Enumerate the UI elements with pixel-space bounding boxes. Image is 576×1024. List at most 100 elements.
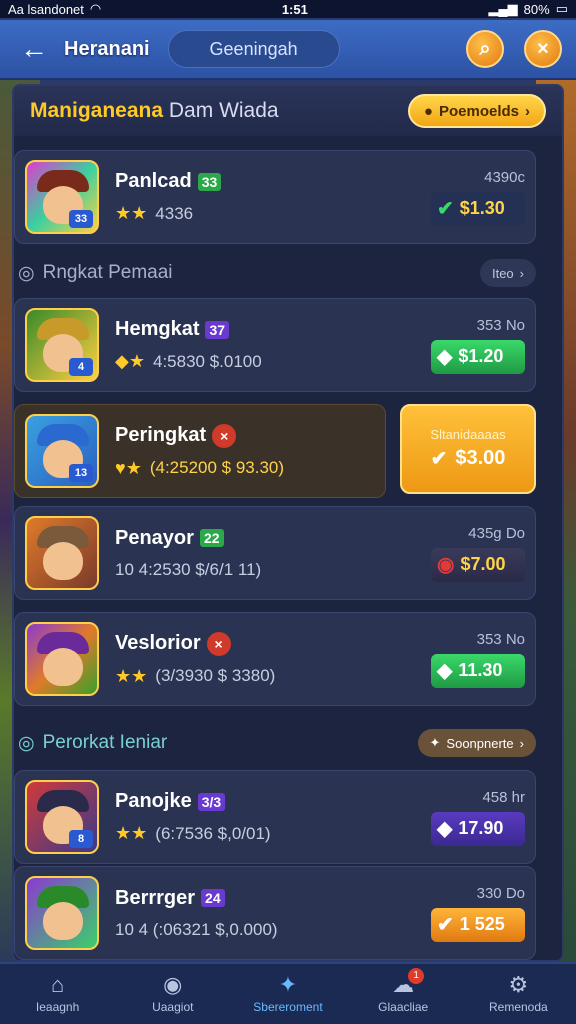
avatar: 33 (25, 160, 99, 234)
back-button[interactable]: ← (14, 29, 54, 69)
player-stats: (3/3930 $ 3380) (155, 666, 276, 685)
profile-icon: ◉ (163, 972, 183, 997)
status-bar: Aa lsandonet ◠ 1:51 ▂▄▆ 80% ▭ (0, 0, 576, 18)
buy-button[interactable]: ✔ 1 525 (431, 907, 525, 942)
close-icon: × (537, 37, 549, 60)
player-stats: 10 4 (:06321 $,0.000) (115, 919, 278, 939)
player-card[interactable]: Veslorior × ★★ (3/3930 $ 3380) 353 No ◆ … (14, 612, 536, 706)
battery-label: 80% (523, 1, 550, 17)
price-top: 4390c (484, 168, 525, 186)
player-stats: (4:25200 $ 93.30) (149, 458, 285, 477)
nav-label: Glaacliae (378, 1000, 429, 1014)
close-button[interactable]: × (524, 30, 562, 68)
chevron-right-icon: › (519, 735, 524, 751)
nav-label: Ieaagnh (35, 1000, 80, 1014)
carrier-label: Aa lsandonet (8, 1, 84, 17)
section-more-button[interactable]: Iteo › (479, 259, 536, 287)
star-icon: ◆★ (115, 351, 145, 371)
coin-icon: ● (423, 102, 433, 120)
star-icon: ★★ (115, 823, 148, 843)
nav-label: Uaagiot (152, 1000, 194, 1014)
nav-store[interactable]: ✦ Sbereroment (238, 972, 338, 1015)
big-buy-button[interactable]: Sltanidaaaas ✔ $3.00 (400, 404, 536, 494)
star-icon: ★★ (115, 665, 148, 686)
big-price-value: $3.00 (455, 447, 506, 469)
big-price-label: Sltanidaaaas (430, 427, 506, 442)
price-top: 435g Do (468, 524, 525, 542)
player-name: Penayor (115, 526, 194, 549)
clock: 1:51 (281, 1, 308, 17)
price-top: 353 No (476, 630, 525, 648)
buy-button[interactable]: ◆ 11.30 (431, 653, 525, 688)
tab-geeningah[interactable]: Geeningah (167, 30, 340, 68)
buy-button[interactable]: ◆ $1.20 (431, 339, 525, 374)
page-title: Heranani (64, 37, 150, 60)
panel-title: Maniganeana Dam Wiada (30, 99, 279, 123)
player-name: Peringkat (115, 424, 207, 446)
section-pill-label: Soonpnerte (446, 735, 514, 751)
player-stats: 10 4:2530 $/6/1 11) (115, 559, 262, 579)
price-label: $1.20 (458, 346, 504, 366)
buy-button[interactable]: ✔ $1.30 (431, 191, 525, 226)
avatar (25, 876, 99, 950)
user-icon: ◎ (18, 262, 35, 284)
store-icon: ✦ (278, 972, 298, 997)
nav-settings[interactable]: ⚙ Remenoda (468, 972, 568, 1015)
player-name: Panojke (115, 790, 192, 812)
level-badge: × (212, 423, 237, 448)
star-icon: ★★ (115, 203, 148, 223)
player-card[interactable]: 8 Panojke 3/3 ★★ (6:7536 $,0/01) 458 hr … (14, 770, 536, 864)
user-icon: ◎ (18, 732, 35, 754)
chevron-right-icon: › (519, 265, 524, 281)
app-header: ← Heranani Geeningah ⌕ × (0, 20, 576, 80)
player-name: Hemgkat (115, 318, 200, 340)
player-card[interactable]: 4 Hemgkat 37 ◆★ 4:5830 $.0100 353 No ◆ $… (14, 298, 536, 392)
gem-icon: ◉ (437, 554, 455, 576)
player-name: Berrrger (115, 886, 196, 909)
player-stats: 4:5830 $.0100 (152, 351, 262, 371)
avatar: 4 (25, 308, 99, 382)
price-label: 17.90 (458, 818, 504, 838)
check-icon: ✔ (437, 198, 454, 220)
chevron-right-icon: › (525, 102, 530, 120)
player-stats: 4336 (155, 203, 194, 223)
search-button[interactable]: ⌕ (466, 30, 504, 68)
diamond-icon: ◆ (437, 346, 453, 368)
avatar: 8 (25, 780, 99, 854)
buy-button[interactable]: ◆ 17.90 (431, 811, 525, 846)
player-name: Panlcad (115, 170, 192, 192)
price-label: 1 525 (459, 914, 505, 934)
price-top: 353 No (476, 316, 525, 334)
avatar: 13 (25, 414, 99, 488)
nav-chat[interactable]: ☁ 1 Glaacliae (353, 968, 453, 1014)
level-badge: × (206, 631, 231, 656)
section-more-button[interactable]: ✦ Soonpnerte › (417, 729, 536, 757)
settings-icon: ⚙ (508, 972, 529, 997)
player-card[interactable]: Berrrger 24 10 4 (:06321 $,0.000) 330 Do… (14, 866, 536, 960)
level-badge: 37 (205, 320, 230, 339)
promo-button[interactable]: ● Poemoelds › (407, 94, 546, 128)
section-title: Rngkat Pemaai (42, 262, 173, 283)
player-card[interactable]: Penayor 22 10 4:2530 $/6/1 11) 435g Do ◉… (14, 506, 536, 600)
diamond-icon: ◆ (437, 660, 453, 682)
panel-header: Maniganeana Dam Wiada ● Poemoelds › (14, 86, 562, 136)
buy-button[interactable]: ◉ $7.00 (431, 547, 525, 582)
avatar (25, 622, 99, 696)
avatar (25, 516, 99, 590)
nav-home[interactable]: ⌂ Ieaagnh (8, 972, 108, 1015)
home-icon: ⌂ (50, 972, 65, 997)
heart-icon: ♥★ (115, 457, 142, 478)
gem-icon: ◆ (437, 818, 453, 840)
level-badge: 3/3 (197, 792, 226, 811)
check-icon: ✔ (430, 448, 448, 470)
bottom-nav: ⌂ Ieaagnh ◉ Uaagiot ✦ Sbereroment ☁ 1 Gla… (0, 962, 576, 1024)
level-badge: 22 (199, 529, 224, 547)
section-title: Perorkat Ieniar (42, 732, 168, 753)
panel-title-main: Maniganeana (30, 99, 164, 122)
player-card-selected[interactable]: 13 Peringkat × ♥★ (4:25200 $ 93.30) (14, 404, 386, 498)
price-top: 330 Do (476, 884, 525, 902)
nav-profile[interactable]: ◉ Uaagiot (123, 972, 223, 1015)
price-label: $1.30 (459, 198, 505, 218)
player-card[interactable]: 33 Panlcad 33 ★★ 4336 4390c ✔ $1.30 (14, 150, 536, 244)
notification-badge: 1 (408, 968, 425, 984)
